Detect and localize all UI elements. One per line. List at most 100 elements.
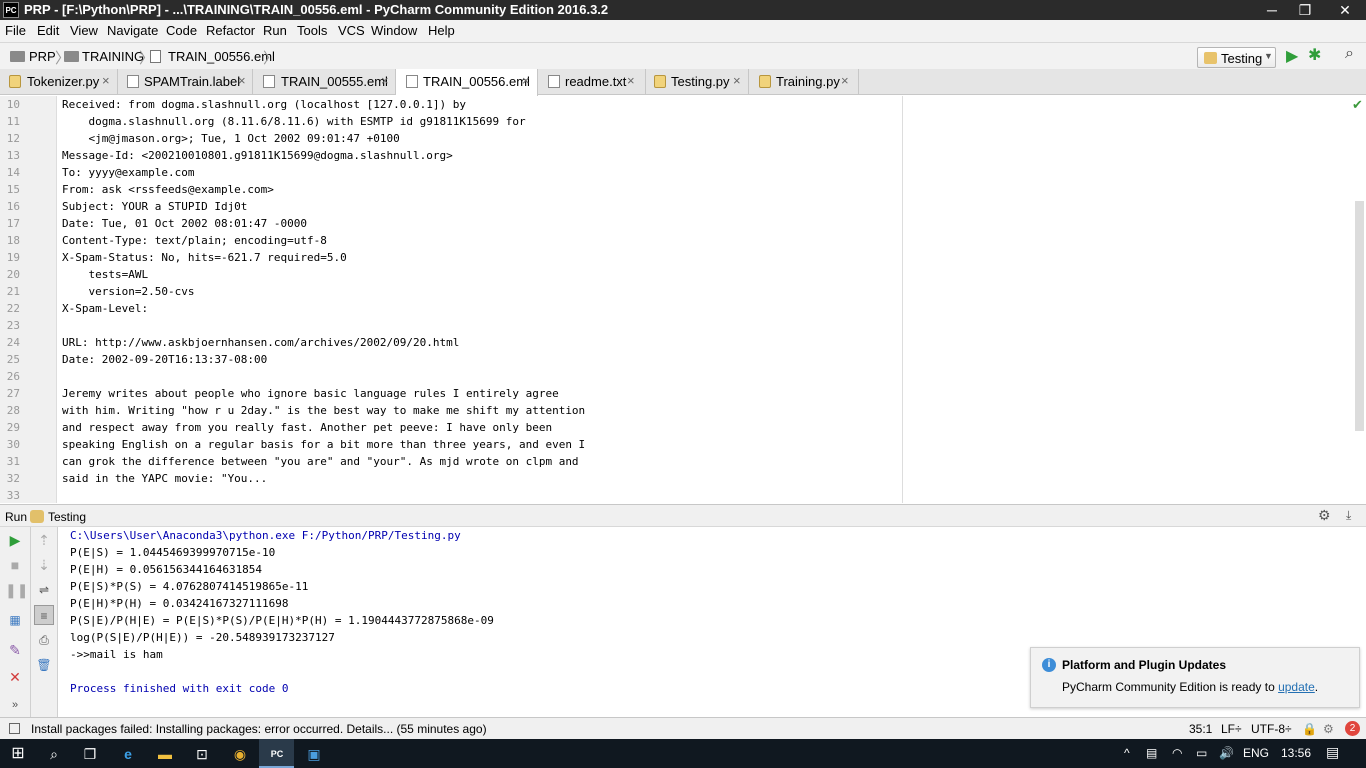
close-icon[interactable]: ×: [381, 73, 389, 88]
remote-desktop-icon[interactable]: ▣: [302, 743, 326, 765]
code-editor[interactable]: 10 11 12 13 14 15 16 17 18 19 20 21 22 23 24 25 26 27 28 29…: [0, 96, 1366, 503]
print-icon[interactable]: ⎙: [34, 630, 54, 650]
stop-icon[interactable]: ■: [5, 555, 25, 575]
run-tab-testing[interactable]: Testing: [48, 510, 86, 524]
volume-icon[interactable]: 🔊: [1219, 746, 1234, 760]
breadcrumb-training[interactable]: TRAINING: [82, 49, 144, 64]
tool-window-toggle-icon[interactable]: [9, 723, 20, 734]
code-line[interactable]: and respect away from you really fast. A…: [62, 421, 552, 434]
code-line[interactable]: with him. Writing "how r u 2day." is the…: [62, 404, 585, 417]
hide-panel-icon[interactable]: ⤓: [1346, 508, 1351, 523]
close-window-button[interactable]: ✕: [1325, 0, 1365, 20]
close-icon[interactable]: ×: [627, 73, 635, 88]
code-line[interactable]: version=2.50-cvs: [62, 285, 194, 298]
run-icon[interactable]: ▶: [1286, 46, 1298, 66]
lock-icon[interactable]: 🔒: [1302, 722, 1317, 736]
menu-navigate[interactable]: Navigate: [107, 23, 158, 38]
run-config-selector[interactable]: Testing ▼: [1197, 47, 1276, 68]
windows-start-icon[interactable]: ⊞: [6, 743, 30, 765]
pycharm-taskbar-icon[interactable]: PC: [265, 743, 289, 765]
code-line[interactable]: To: yyyy@example.com: [62, 166, 194, 179]
edge-browser-icon[interactable]: e: [116, 743, 140, 765]
file-explorer-icon[interactable]: ▬: [153, 743, 177, 765]
code-line[interactable]: Content-Type: text/plain; encoding=utf-8: [62, 234, 327, 247]
store-icon[interactable]: ⊡: [190, 743, 214, 765]
gear-icon[interactable]: ⚙: [1318, 507, 1331, 524]
update-link[interactable]: update: [1278, 680, 1315, 694]
code-line[interactable]: Received: from dogma.slashnull.org (loca…: [62, 98, 466, 111]
tab-train-00555[interactable]: TRAIN_00555.eml ×: [253, 69, 396, 95]
tab-testing[interactable]: Testing.py ×: [646, 69, 749, 95]
action-center-icon[interactable]: ▤: [1326, 744, 1339, 761]
editor-scrollbar[interactable]: [1355, 201, 1364, 431]
search-icon[interactable]: ⌕: [42, 743, 66, 765]
tab-train-00556[interactable]: TRAIN_00556.eml ×: [396, 69, 538, 96]
status-message[interactable]: Install packages failed: Installing pack…: [31, 722, 487, 736]
chevron-up-icon[interactable]: ^: [1124, 746, 1130, 760]
close-icon[interactable]: ×: [841, 73, 849, 88]
trash-icon[interactable]: 🗑: [34, 655, 54, 675]
code-line[interactable]: Date: Tue, 01 Oct 2002 08:01:47 -0000: [62, 217, 307, 230]
code-line[interactable]: <jm@jmason.org>; Tue, 1 Oct 2002 09:01:4…: [62, 132, 399, 145]
network-icon[interactable]: ▤: [1146, 746, 1157, 760]
breadcrumb-prp[interactable]: PRP: [29, 49, 56, 64]
layout-icon[interactable]: ▦: [5, 610, 25, 630]
caret-position[interactable]: 35:1: [1189, 722, 1212, 736]
update-notification[interactable]: i Platform and Plugin Updates PyCharm Co…: [1030, 647, 1360, 708]
battery-icon[interactable]: ▭: [1196, 746, 1207, 760]
code-line[interactable]: X-Spam-Status: No, hits=-621.7 required=…: [62, 251, 347, 264]
pin-tab-icon[interactable]: ✎: [5, 640, 25, 660]
more-icon[interactable]: »: [5, 695, 25, 715]
code-line[interactable]: X-Spam-Level:: [62, 302, 148, 315]
hector-icon[interactable]: ⚙: [1323, 722, 1334, 736]
event-log-badge[interactable]: 2: [1345, 721, 1360, 736]
language-indicator[interactable]: ENG: [1243, 746, 1269, 760]
code-line[interactable]: said in the YAPC movie: "You...: [62, 472, 267, 485]
menu-vcs[interactable]: VCS: [338, 23, 365, 38]
breadcrumb-file[interactable]: TRAIN_00556.eml: [168, 49, 275, 64]
up-arrow-icon[interactable]: ⇡: [34, 530, 54, 550]
menu-edit[interactable]: Edit: [37, 23, 59, 38]
wifi-icon[interactable]: ◠: [1172, 746, 1182, 760]
task-view-icon[interactable]: ❐: [78, 743, 102, 765]
menu-window[interactable]: Window: [371, 23, 417, 38]
close-icon[interactable]: ×: [733, 73, 741, 88]
code-line[interactable]: dogma.slashnull.org (8.11.6/8.11.6) with…: [62, 115, 525, 128]
code-line[interactable]: Subject: YOUR a STUPID Idj0t: [62, 200, 247, 213]
file-encoding[interactable]: UTF-8÷: [1251, 722, 1292, 736]
scroll-to-end-icon[interactable]: ≡: [34, 605, 54, 625]
code-line[interactable]: tests=AWL: [62, 268, 148, 281]
down-arrow-icon[interactable]: ⇣: [34, 555, 54, 575]
close-icon[interactable]: ×: [522, 73, 530, 88]
line-separator[interactable]: LF÷: [1221, 722, 1242, 736]
menu-code[interactable]: Code: [166, 23, 197, 38]
tab-readme[interactable]: readme.txt ×: [538, 69, 646, 95]
code-line[interactable]: URL: http://www.askbjoernhansen.com/arch…: [62, 336, 459, 349]
chrome-icon[interactable]: ◉: [228, 743, 252, 765]
tab-tokenizer[interactable]: Tokenizer.py ×: [0, 69, 118, 95]
code-line[interactable]: speaking English on a regular basis for …: [62, 438, 585, 451]
tab-spamtrain[interactable]: SPAMTrain.label ×: [118, 69, 253, 95]
menu-tools[interactable]: Tools: [297, 23, 327, 38]
clock[interactable]: 13:56: [1281, 746, 1311, 760]
search-icon[interactable]: ⌕: [1345, 45, 1354, 63]
menu-run[interactable]: Run: [263, 23, 287, 38]
maximize-button[interactable]: ❐: [1285, 0, 1325, 20]
code-line[interactable]: can grok the difference between "you are…: [62, 455, 579, 468]
close-icon[interactable]: ×: [238, 73, 246, 88]
tab-training[interactable]: Training.py ×: [749, 69, 859, 95]
close-icon[interactable]: ✕: [5, 667, 25, 687]
menu-refactor[interactable]: Refactor: [206, 23, 255, 38]
debug-icon[interactable]: ✱: [1308, 45, 1321, 65]
rerun-icon[interactable]: ▶: [5, 530, 25, 550]
menu-view[interactable]: View: [70, 23, 98, 38]
soft-wrap-icon[interactable]: ⇌: [34, 580, 54, 600]
pause-icon[interactable]: ❚❚: [5, 580, 28, 600]
close-icon[interactable]: ×: [102, 73, 110, 88]
menu-file[interactable]: File: [5, 23, 26, 38]
code-line[interactable]: Message-Id: <200210010801.g91811K15699@d…: [62, 149, 453, 162]
code-line[interactable]: From: ask <rssfeeds@example.com>: [62, 183, 274, 196]
menu-help[interactable]: Help: [428, 23, 455, 38]
code-line[interactable]: Jeremy writes about people who ignore ba…: [62, 387, 559, 400]
code-line[interactable]: Date: 2002-09-20T16:13:37-08:00: [62, 353, 267, 366]
